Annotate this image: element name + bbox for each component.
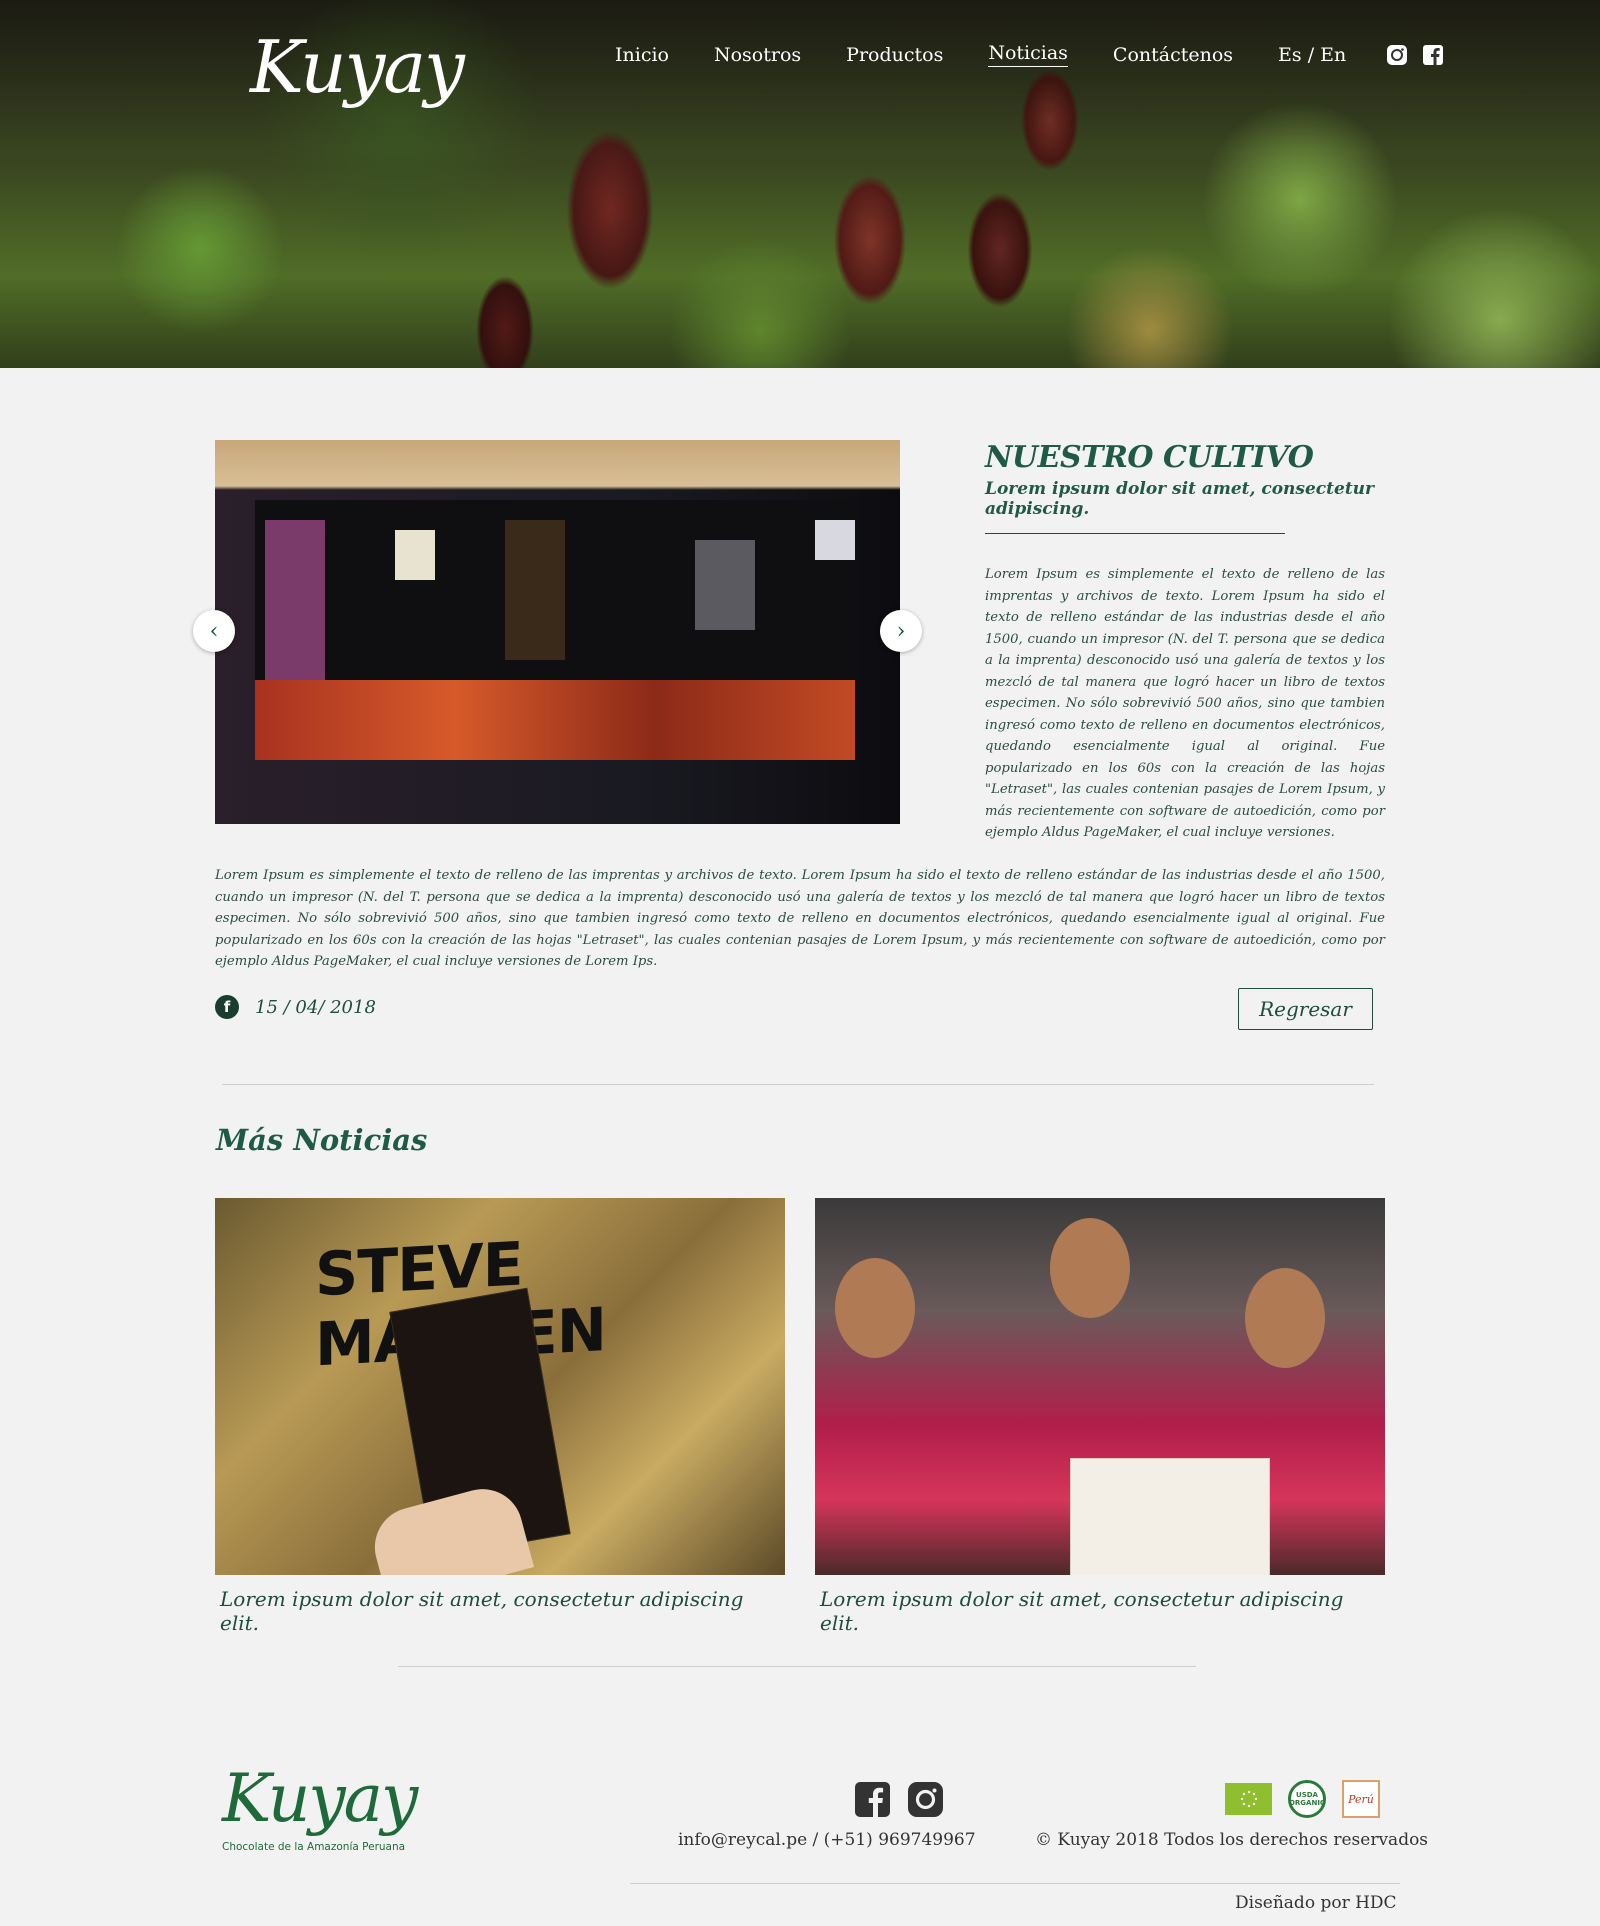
header-logo[interactable]: Kuyay (250, 15, 465, 125)
section-divider (222, 1084, 1374, 1085)
article-side: NUESTRO CULTIVO Lorem ipsum dolor sit am… (985, 440, 1385, 844)
booth-scene (255, 500, 855, 760)
back-button[interactable]: Regresar (1238, 988, 1373, 1030)
eu-organic-badge-icon (1225, 1783, 1272, 1815)
news-card-caption[interactable]: Lorem ipsum dolor sit amet, consectetur … (220, 1587, 785, 1635)
news-card[interactable]: STEVE MADDEN Lorem ipsum dolor sit amet,… (215, 1198, 785, 1635)
facebook-icon[interactable] (855, 1782, 890, 1817)
news-card-image[interactable]: STEVE MADDEN (215, 1198, 785, 1575)
article-meta: f 15 / 04/ 2018 (215, 995, 376, 1019)
footer-tagline: Chocolate de la Amazonía Peruana (222, 1841, 406, 1853)
instagram-icon[interactable] (908, 1782, 943, 1817)
certification-badges: USDA ORGANIC Perú (1225, 1780, 1380, 1818)
footer-rule (630, 1883, 1400, 1884)
chevron-left-icon: ‹ (209, 618, 219, 644)
nav-item-contactenos[interactable]: Contáctenos (1113, 44, 1233, 66)
news-card-image[interactable] (815, 1198, 1385, 1575)
facebook-share-icon[interactable]: f (215, 995, 239, 1019)
language-switch[interactable]: Es / En (1278, 44, 1346, 66)
nav-item-inicio[interactable]: Inicio (615, 44, 669, 66)
title-divider (985, 533, 1285, 534)
slider-next-button[interactable]: › (880, 610, 922, 652)
article-date: 15 / 04/ 2018 (255, 996, 376, 1018)
footer-contact[interactable]: info@reycal.pe / (+51) 969749967 (678, 1830, 976, 1850)
footer-social (855, 1782, 943, 1817)
article-title: NUESTRO CULTIVO (985, 440, 1314, 475)
main-nav: Inicio Nosotros Productos Noticias Contá… (615, 42, 1444, 67)
footer-logo-text: Kuyay (222, 1760, 418, 1837)
footer-copyright: © Kuyay 2018 Todos los derechos reservad… (1035, 1830, 1429, 1850)
more-news-title: Más Noticias (216, 1123, 428, 1157)
news-image-store-sign: STEVE MADDEN (315, 1229, 606, 1380)
header-social (1386, 44, 1444, 66)
article-subtitle: Lorem ipsum dolor sit amet, consectetur … (985, 479, 1374, 519)
header-logo-text: Kuyay (250, 25, 465, 109)
instagram-icon[interactable] (1386, 44, 1408, 66)
article-slider[interactable]: ‹ › (193, 440, 922, 824)
slider-prev-button[interactable]: ‹ (193, 610, 235, 652)
nav-item-productos[interactable]: Productos (846, 44, 943, 66)
article-side-text: Lorem Ipsum es simplemente el texto de r… (985, 567, 1385, 840)
facebook-icon[interactable] (1422, 44, 1444, 66)
nav-item-noticias[interactable]: Noticias (988, 42, 1068, 67)
chevron-right-icon: › (896, 618, 906, 644)
news-card[interactable]: Lorem ipsum dolor sit amet, consectetur … (815, 1198, 1385, 1635)
nav-item-nosotros[interactable]: Nosotros (714, 44, 801, 66)
news-card-caption[interactable]: Lorem ipsum dolor sit amet, consectetur … (820, 1587, 1385, 1635)
peru-badge: Perú (1342, 1780, 1380, 1818)
footer-designer-credit[interactable]: Diseñado por HDC (1235, 1893, 1397, 1913)
hero-banner: Kuyay Inicio Nosotros Productos Noticias… (0, 0, 1600, 368)
footer-logo[interactable]: Kuyay Chocolate de la Amazonía Peruana (222, 1760, 422, 1853)
slide-image (215, 440, 900, 824)
article-body: Lorem Ipsum es simplemente el texto de r… (215, 868, 1385, 969)
usda-organic-badge: USDA ORGANIC (1288, 1780, 1326, 1818)
footer-divider (398, 1666, 1196, 1667)
